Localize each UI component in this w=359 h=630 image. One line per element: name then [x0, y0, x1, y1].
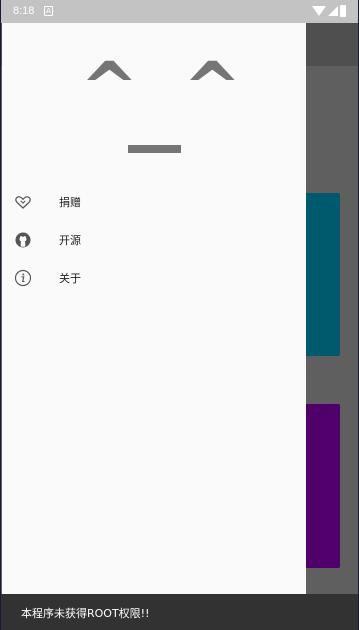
app-screen: 8:18 A ^ ^ 捐赠 开源 关于 本程序未获得ROOT权限!! — [0, 0, 359, 630]
menu-item-open-source[interactable]: 开源 — [2, 221, 306, 259]
battery-icon — [340, 5, 346, 17]
snackbar-message: 本程序未获得ROOT权限!! — [21, 607, 150, 620]
snackbar: 本程序未获得ROOT权限!! — [1, 594, 358, 630]
wifi-icon — [312, 6, 326, 16]
signal-icon — [328, 6, 338, 16]
status-time: 8:18 — [13, 5, 35, 17]
menu-label-open-source: 开源 — [59, 234, 81, 247]
heart-icon — [15, 196, 31, 209]
menu-item-donate[interactable]: 捐赠 — [2, 183, 306, 221]
face-left-eye: ^ — [80, 47, 139, 129]
menu-item-about[interactable]: 关于 — [2, 259, 306, 297]
face-right-eye: ^ — [183, 47, 242, 129]
navigation-drawer: ^ ^ 捐赠 开源 关于 — [2, 23, 306, 594]
drawer-header-face: ^ ^ — [2, 23, 306, 173]
info-icon — [14, 269, 32, 287]
face-mouth — [128, 145, 181, 153]
status-bar: 8:18 A — [1, 0, 358, 23]
menu-label-about: 关于 — [59, 272, 81, 285]
menu-label-donate: 捐赠 — [59, 196, 81, 209]
notification-icon: A — [44, 6, 53, 16]
drawer-menu: 捐赠 开源 关于 — [2, 183, 306, 297]
github-icon — [15, 232, 31, 248]
